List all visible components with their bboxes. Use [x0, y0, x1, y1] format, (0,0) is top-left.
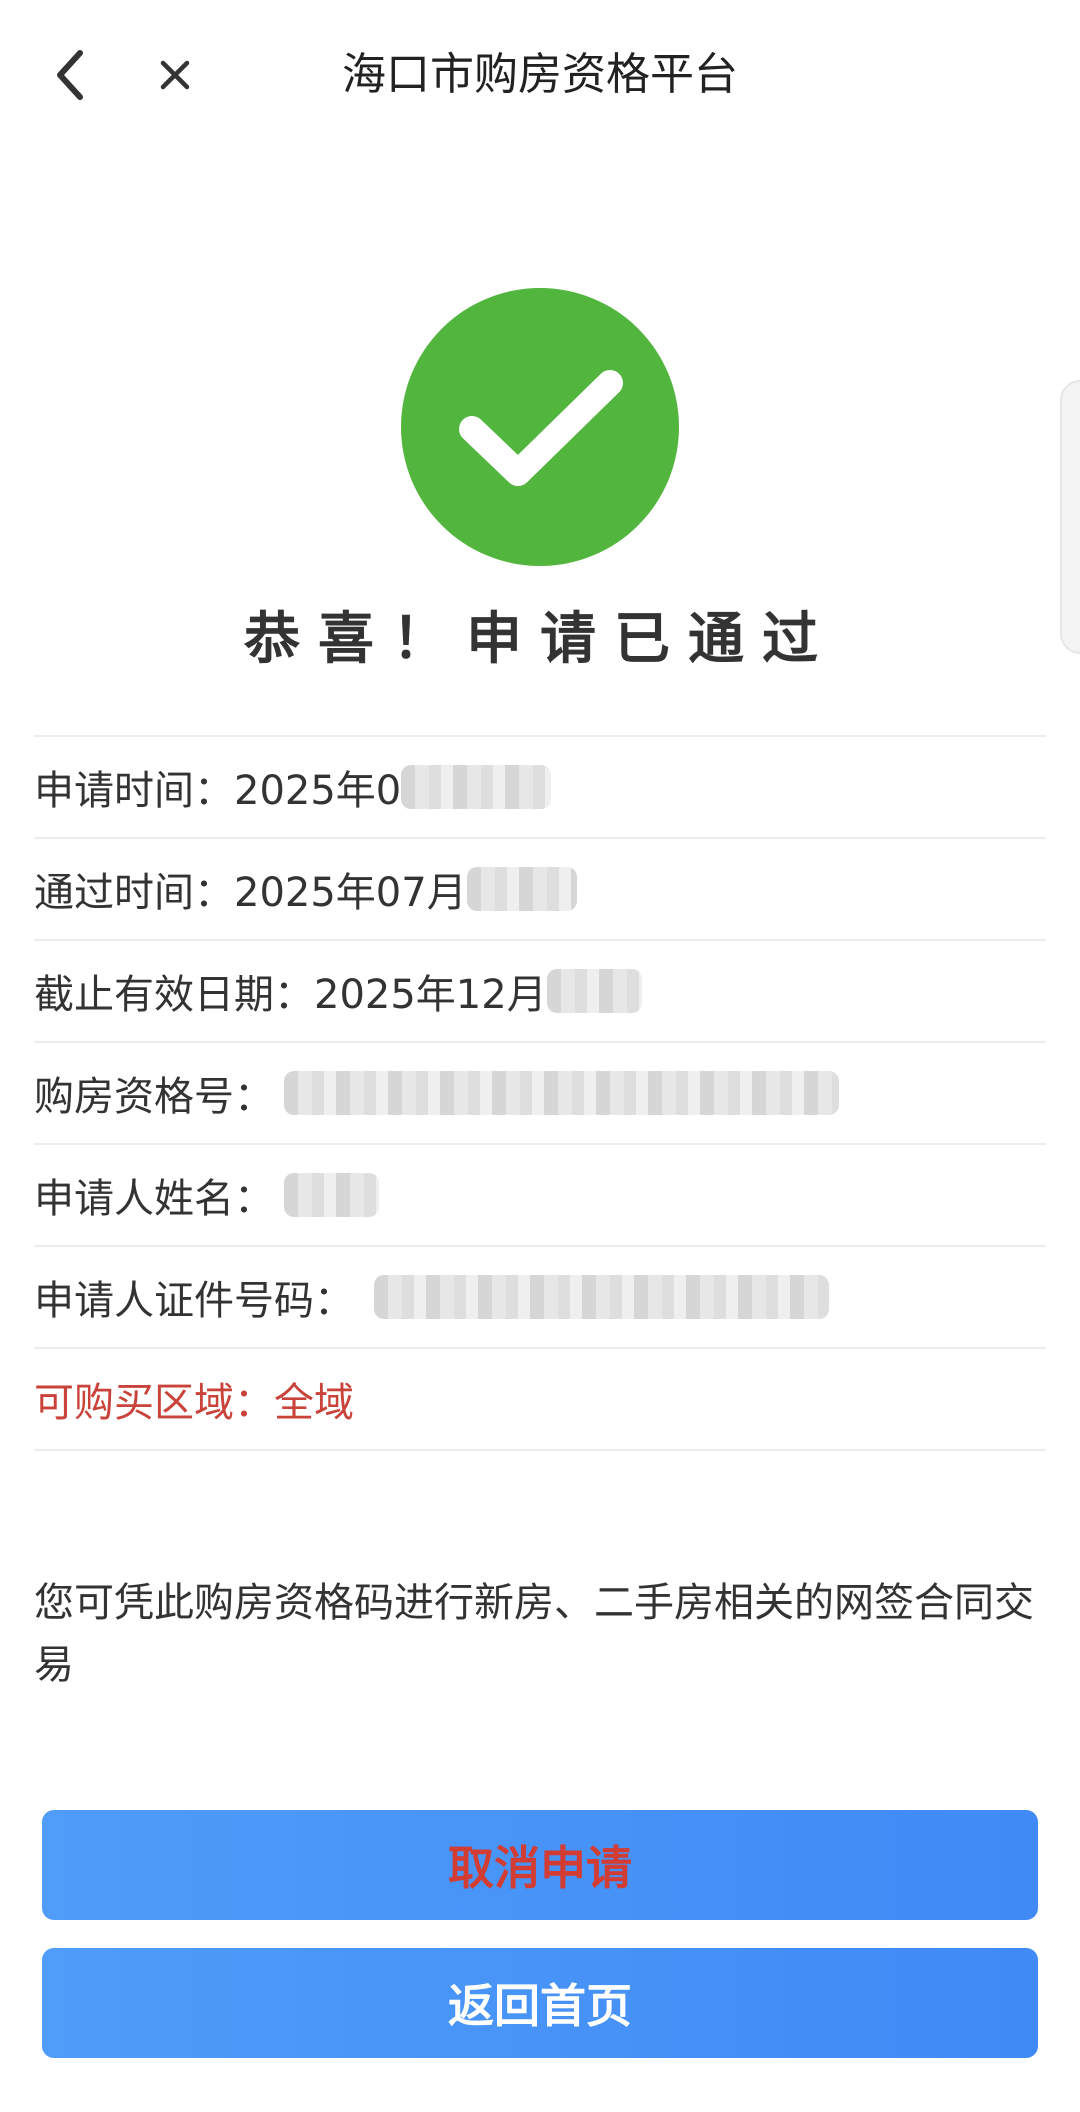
info-list: 申请时间： 2025年0 通过时间： 2025年07月 截止有效日期： 2025… [34, 735, 1046, 1451]
pass-time-label: 通过时间： [34, 870, 234, 916]
redacted-mask [284, 1071, 839, 1115]
redacted-mask [374, 1275, 829, 1319]
valid-until-value: 2025年12月 [314, 972, 547, 1018]
info-row-qualification-no: 购房资格号： [34, 1043, 1046, 1145]
info-row-pass-time: 通过时间： 2025年07月 [34, 839, 1046, 941]
valid-until-label: 截止有效日期： [34, 972, 314, 1018]
header-bar: 海口市购房资格平台 [0, 0, 1080, 150]
applicant-id-label: 申请人证件号码： [34, 1278, 354, 1324]
redacted-mask [284, 1173, 379, 1217]
page-title: 海口市购房资格平台 [342, 49, 738, 100]
usage-note: 您可凭此购房资格码进行新房、二手房相关的网签合同交易 [34, 1580, 1034, 1688]
pass-time-value: 2025年07月 [234, 870, 467, 916]
applicant-name-label: 申请人姓名： [34, 1176, 274, 1222]
info-row-area: 可购买区域： 全域 [34, 1349, 1046, 1451]
info-row-applicant-name: 申请人姓名： [34, 1145, 1046, 1247]
info-row-valid-until: 截止有效日期： 2025年12月 [34, 941, 1046, 1043]
redacted-mask [401, 765, 552, 809]
area-value: 全域 [274, 1380, 354, 1426]
back-to-home-button[interactable]: 返回首页 [42, 1948, 1038, 2058]
info-row-apply-time: 申请时间： 2025年0 [34, 737, 1046, 839]
info-row-applicant-id: 申请人证件号码： [34, 1247, 1046, 1349]
page: 海口市购房资格平台 恭喜！申请已通过 申请时间： 2025年0 通过时间： 20… [0, 0, 1080, 2112]
apply-time-value: 2025年0 [234, 768, 402, 814]
check-circle-icon [401, 288, 679, 566]
redacted-mask [466, 867, 577, 911]
success-title: 恭喜！申请已通过 [244, 607, 836, 672]
qualification-no-label: 购房资格号： [34, 1074, 274, 1120]
apply-time-label: 申请时间： [34, 768, 234, 814]
redacted-mask [546, 969, 642, 1013]
area-label: 可购买区域： [34, 1380, 274, 1426]
cancel-application-button[interactable]: 取消申请 [42, 1810, 1038, 1920]
